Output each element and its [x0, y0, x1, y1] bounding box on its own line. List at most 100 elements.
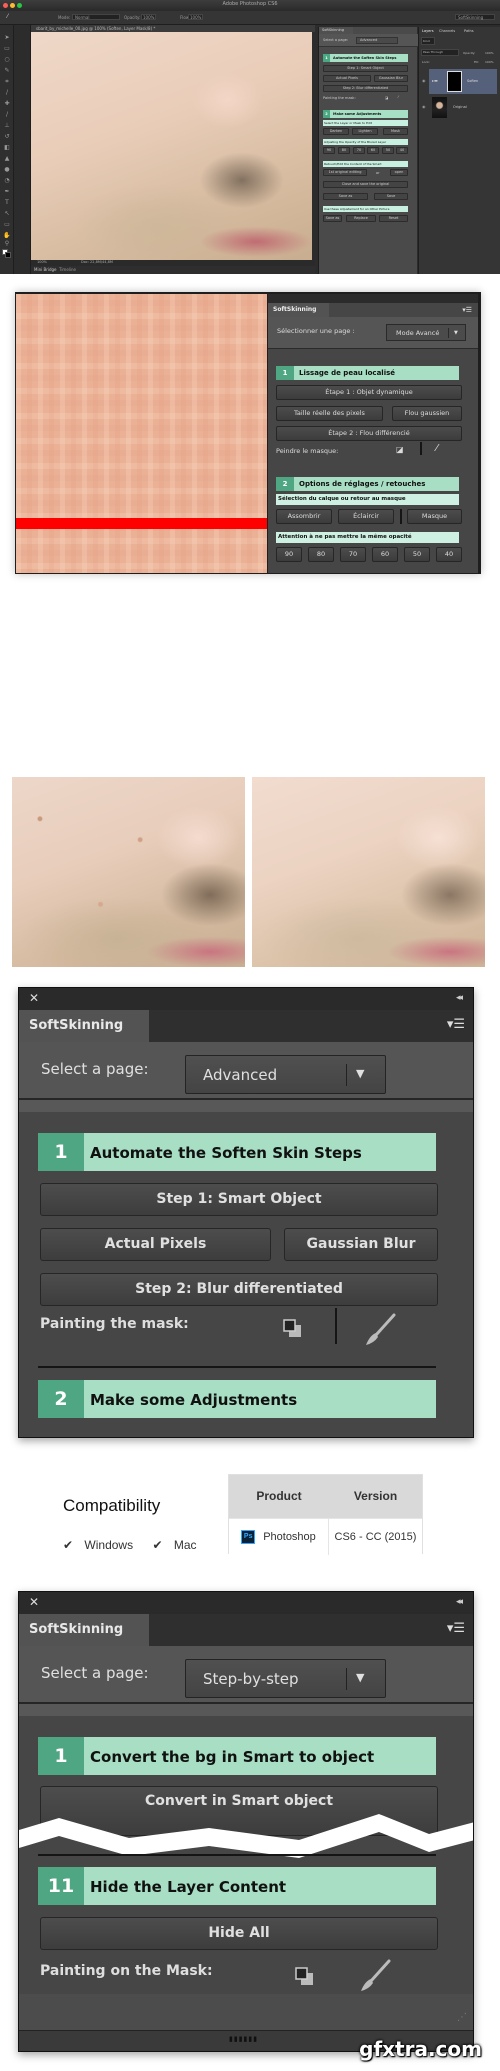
mode-select[interactable]: Normal: [72, 14, 120, 20]
quick-select-tool-icon[interactable]: ✎: [3, 68, 11, 74]
shape-tool-icon[interactable]: ▭: [3, 222, 11, 228]
close-save-original-button[interactable]: Close and save the original: [323, 181, 408, 188]
default-colors-icon[interactable]: ◪: [385, 96, 388, 100]
fill-value[interactable]: 100%: [485, 60, 494, 64]
replace-button[interactable]: Replace: [346, 215, 376, 222]
tab-layers[interactable]: Layers: [422, 29, 434, 33]
page-select[interactable]: Advanced: [356, 37, 398, 44]
lasso-tool-icon[interactable]: ○: [3, 57, 11, 63]
actual-pixels-button[interactable]: Taille réelle des pixels: [276, 406, 383, 421]
step1-smart-object-button[interactable]: Step 1: Smart Object: [40, 1183, 438, 1216]
tab-mini-bridge[interactable]: Mini Bridge: [34, 267, 57, 272]
opacity-50-button[interactable]: 50: [382, 147, 394, 154]
actual-pixels-button[interactable]: Actual Pixels: [40, 1228, 271, 1261]
resize-grip-icon[interactable]: ⋰: [457, 2012, 467, 2023]
hide-all-button[interactable]: Hide All: [40, 1917, 438, 1950]
close-icon[interactable]: ✕: [29, 1596, 39, 1608]
step2-button[interactable]: Étape 2 : Flou différencié: [276, 426, 462, 441]
tab-timeline[interactable]: Timeline: [59, 267, 76, 272]
step2-blur-button[interactable]: Step 2: Blur differentiated: [40, 1273, 438, 1306]
zoom-tool-icon[interactable]: ⚲: [3, 241, 11, 247]
collapse-panel-icon[interactable]: ◂◂: [456, 1597, 463, 1607]
save-as-button[interactable]: Save as: [323, 193, 368, 200]
blur-tool-icon[interactable]: ●: [3, 167, 11, 173]
mask-button[interactable]: Mask: [383, 128, 408, 135]
close-icon[interactable]: ✕: [29, 992, 39, 1004]
page-select[interactable]: Advanced ▼: [185, 1055, 386, 1094]
panel-tab[interactable]: SoftSkinning: [19, 1614, 149, 1646]
blend-mode-select[interactable]: Pass Through: [421, 49, 459, 56]
brush-icon[interactable]: ⁄: [436, 443, 438, 454]
background-color-swatch[interactable]: [5, 252, 11, 258]
brush-icon[interactable]: [362, 1313, 398, 1351]
actual-pixels-button[interactable]: Actual Pixels: [323, 75, 371, 82]
opacity-40-button[interactable]: 40: [436, 547, 462, 562]
layer-row-original[interactable]: ◉ Original: [422, 95, 497, 120]
tab-channels[interactable]: Channels: [439, 29, 455, 33]
image-canvas[interactable]: [31, 32, 312, 260]
opacity-value[interactable]: 100%: [485, 51, 494, 55]
brush-icon[interactable]: [357, 1959, 393, 1997]
marquee-tool-icon[interactable]: ▭: [3, 46, 11, 52]
path-select-tool-icon[interactable]: ↖: [3, 211, 11, 217]
panel-menu-icon[interactable]: ▾☰: [462, 307, 472, 314]
opacity-50-button[interactable]: 50: [404, 547, 430, 562]
gaussian-blur-button[interactable]: Gaussian Blur: [374, 75, 408, 82]
panel-tab[interactable]: SoftSkinning: [319, 27, 353, 34]
collapse-panel-icon[interactable]: ◂◂: [456, 993, 463, 1003]
workspace-select[interactable]: SoftSkinning: [455, 14, 495, 20]
pen-tool-icon[interactable]: ✒: [3, 189, 11, 195]
drag-handle[interactable]: ▮▮▮▮▮▮: [229, 2035, 258, 2043]
opacity-90-button[interactable]: 90: [323, 147, 335, 154]
stamp-tool-icon[interactable]: ⊥: [3, 123, 11, 129]
gaussian-blur-button[interactable]: Gaussian Blur: [284, 1228, 438, 1261]
default-colors-icon[interactable]: [295, 1967, 315, 1991]
step1-button[interactable]: Étape 1 : Objet dynamique: [276, 385, 462, 400]
filter-kind-select[interactable]: Kind: [421, 37, 435, 45]
step2-button[interactable]: Step 2: Blur differentiated: [323, 85, 408, 92]
opacity-60-button[interactable]: 60: [372, 547, 398, 562]
hand-tool-icon[interactable]: ✋: [3, 233, 11, 239]
healing-tool-icon[interactable]: ✚: [3, 101, 11, 107]
flow-field[interactable]: 100%: [188, 14, 203, 20]
opacity-80-button[interactable]: 80: [308, 547, 334, 562]
type-tool-icon[interactable]: T: [3, 200, 11, 206]
lighten-button[interactable]: Éclaircir: [338, 509, 394, 524]
panel-menu-icon[interactable]: ▾☰: [447, 1018, 465, 1031]
opacity-40-button[interactable]: 40: [396, 147, 408, 154]
eraser-tool-icon[interactable]: ◧: [3, 145, 11, 151]
visibility-eye-icon[interactable]: ◉: [422, 78, 426, 83]
opacity-70-button[interactable]: 70: [353, 147, 365, 154]
document-tab[interactable]: sbarit_by_michelle_00.jpg @ 100% (Soften…: [31, 25, 315, 32]
dodge-tool-icon[interactable]: ◔: [3, 178, 11, 184]
opacity-90-button[interactable]: 90: [276, 547, 302, 562]
brush-tool-icon[interactable]: ⁄: [7, 13, 8, 20]
opacity-80-button[interactable]: 80: [338, 147, 350, 154]
lighten-button[interactable]: Lighten: [352, 128, 378, 135]
opacity-field[interactable]: 100%: [141, 14, 156, 20]
page-select[interactable]: Mode Avancé ▼: [386, 324, 466, 341]
eyedropper-tool-icon[interactable]: /: [3, 90, 11, 96]
brush-tool-icon[interactable]: /: [3, 112, 11, 118]
opacity-60-button[interactable]: 60: [367, 147, 379, 154]
history-brush-tool-icon[interactable]: ↺: [3, 134, 11, 140]
opacity-70-button[interactable]: 70: [340, 547, 366, 562]
panel-tab[interactable]: SoftSkinning: [19, 1010, 149, 1042]
panel-menu-icon[interactable]: ▾☰: [447, 1622, 465, 1635]
reset-button[interactable]: Reset: [379, 215, 408, 222]
step1-button[interactable]: Step 1: Smart Object: [323, 65, 408, 72]
gradient-tool-icon[interactable]: ▲: [3, 156, 11, 162]
save-as-preset-button[interactable]: Save as: [323, 215, 342, 222]
brush-icon[interactable]: ⁄: [398, 95, 399, 99]
save-button[interactable]: Save: [374, 193, 408, 200]
mask-button[interactable]: Masque: [407, 509, 462, 524]
move-tool-icon[interactable]: ➤: [3, 35, 11, 41]
layer-mask-thumbnail[interactable]: [447, 71, 462, 92]
layer-row-soften[interactable]: ◉ ▸▬ Soften: [422, 69, 497, 94]
collapsed-panel-dock[interactable]: [15, 25, 31, 274]
open-button[interactable]: open: [390, 169, 408, 176]
darken-button[interactable]: Darken: [323, 128, 349, 135]
default-colors-icon[interactable]: [283, 1319, 303, 1343]
darken-button[interactable]: Assombrir: [276, 509, 332, 524]
tab-paths[interactable]: Paths: [464, 29, 474, 33]
